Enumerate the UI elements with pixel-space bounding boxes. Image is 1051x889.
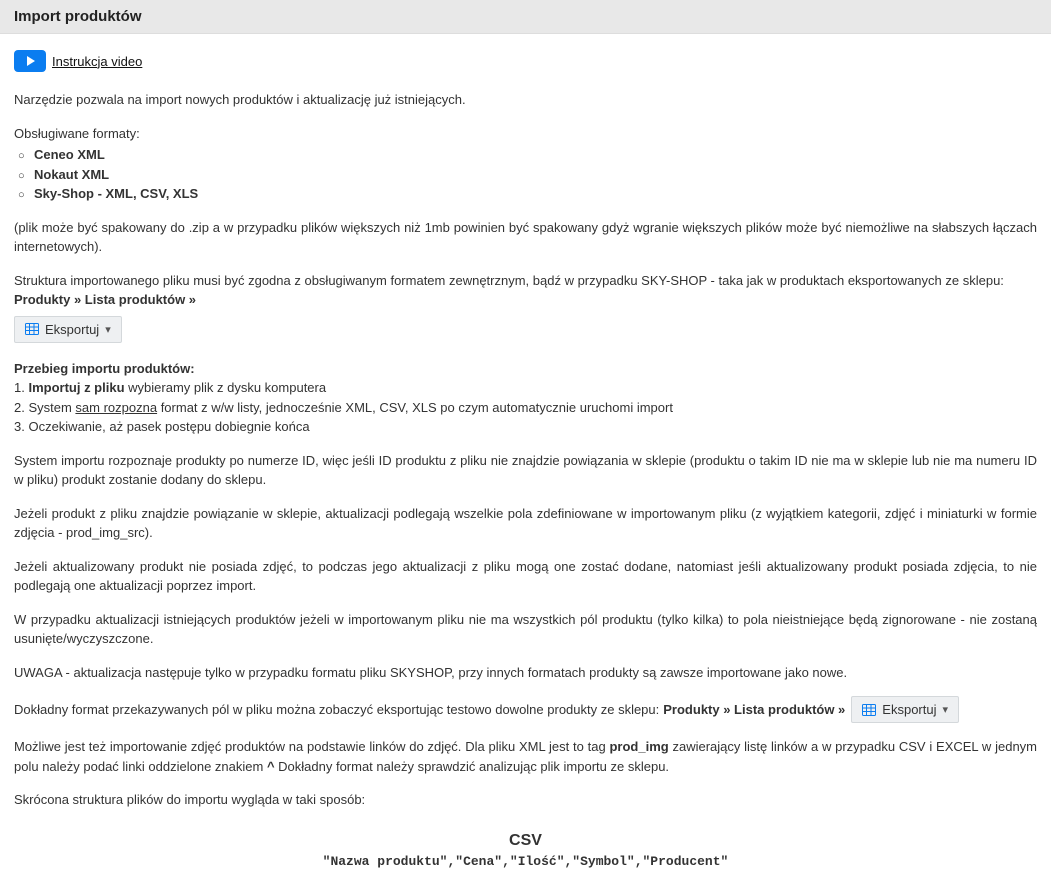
formats-label: Obsługiwane formaty: [14,124,1037,144]
images-note-tag: prod_img [609,739,668,754]
list-item: Nokaut XML [18,165,1037,185]
structure-path: Produkty » Lista produktów » [14,292,196,307]
flow-step-2: 2. System sam rozpozna format z w/w list… [14,398,1037,418]
export-button-label: Eksportuj [45,322,99,337]
format-item: Ceneo XML [34,147,105,162]
page-title: Import produktów [14,8,1037,25]
step1-bold: Importuj z pliku [28,380,124,395]
header-bar: Import produktów [0,0,1051,34]
step2-pre: 2. System [14,400,75,415]
video-play-icon [14,50,46,72]
note-p2: Jeżeli produkt z pliku znajdzie powiązan… [14,504,1037,543]
format-list: Ceneo XML Nokaut XML Sky-Shop - XML, CSV… [18,145,1037,204]
play-triangle-icon [27,56,35,66]
step2-rest: format z w/w listy, jednocześnie XML, CS… [157,400,673,415]
export-button-inline-label: Eksportuj [882,702,936,717]
list-item: Ceneo XML [18,145,1037,165]
intro-line: Narzędzie pozwala na import nowych produ… [14,90,1037,110]
structure-text: Struktura importowanego pliku musi być z… [14,273,1004,288]
format-item: Sky-Shop - XML, CSV, XLS [34,186,198,201]
content: Instrukcja video Narzędzie pozwala na im… [0,34,1051,889]
format-item: Nokaut XML [34,167,109,182]
csv-title: CSV [14,832,1037,850]
step2-underline: sam rozpozna [75,400,157,415]
export-button[interactable]: Eksportuj ▾ [14,316,122,343]
structure-line: Struktura importowanego pliku musi być z… [14,271,1037,310]
note-p3: Jeżeli aktualizowany produkt nie posiada… [14,557,1037,596]
note-p5: UWAGA - aktualizacja następuje tylko w p… [14,663,1037,683]
csv-example: CSV "Nazwa produktu","Cena","Ilość","Sym… [14,832,1037,869]
images-note-sep: ^ [267,759,275,774]
video-instruction-link[interactable]: Instrukcja video [14,50,1037,72]
images-note: Możliwe jest też importowanie zdjęć prod… [14,737,1037,776]
export2-text: Dokładny format przekazywanych pól w pli… [14,702,659,717]
step1-rest: wybieramy plik z dysku komputera [125,380,327,395]
video-link-text: Instrukcja video [52,54,142,69]
step1-pre: 1. [14,380,28,395]
export-button-inline[interactable]: Eksportuj ▾ [851,696,959,723]
short-struct-label: Skrócona struktura plików do importu wyg… [14,790,1037,810]
note-p4: W przypadku aktualizacji istniejących pr… [14,610,1037,649]
table-icon [25,322,39,336]
chevron-down-icon: ▾ [943,703,949,716]
csv-header-line: "Nazwa produktu","Cena","Ilość","Symbol"… [14,854,1037,869]
chevron-down-icon: ▾ [105,323,111,336]
list-item: Sky-Shop - XML, CSV, XLS [18,184,1037,204]
images-note-post: Dokładny format należy sprawdzić analizu… [275,759,670,774]
flow-step-1: 1. Importuj z pliku wybieramy plik z dys… [14,378,1037,398]
flow-heading: Przebieg importu produktów: [14,359,1037,379]
note-p1: System importu rozpoznaje produkty po nu… [14,451,1037,490]
images-note-pre: Możliwe jest też importowanie zdjęć prod… [14,739,609,754]
flow-step-3: 3. Oczekiwanie, aż pasek postępu dobiegn… [14,417,1037,437]
flow-steps: Przebieg importu produktów: 1. Importuj … [14,359,1037,437]
zip-note: (plik może być spakowany do .zip a w prz… [14,218,1037,257]
table-icon [862,703,876,717]
export-line-2: Dokładny format przekazywanych pól w pli… [14,696,1037,723]
export2-path: Produkty » Lista produktów » [663,702,845,717]
